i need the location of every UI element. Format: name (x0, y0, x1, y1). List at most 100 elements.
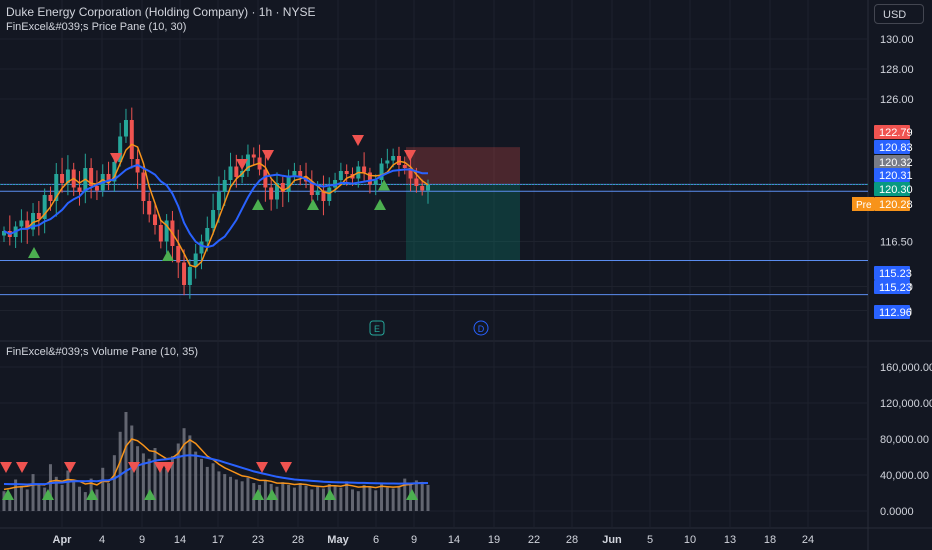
candle-body (292, 171, 297, 176)
volume-bar (66, 470, 70, 511)
currency-button[interactable]: USD (874, 4, 924, 24)
price-axis-label: 120.32 (879, 157, 913, 169)
volume-bar (37, 484, 41, 511)
take-profit-zone (406, 184, 520, 261)
volume-bar (141, 453, 145, 511)
volume-bar (72, 481, 76, 511)
volume-bar (95, 489, 99, 511)
price-pane-label: FinExcel&#039;s Price Pane (10, 30) (6, 21, 187, 33)
volume-bar (385, 487, 389, 511)
time-tick-label: 18 (764, 534, 776, 546)
chart-canvas[interactable]: E D Apr 4 9 14 17 23 28 May 6 9 14 19 22 28 Jun 5 10 13 18 2… (0, 0, 932, 550)
volume-bar (281, 482, 285, 511)
time-tick-label: 14 (448, 534, 460, 546)
volume-bar (118, 431, 122, 511)
price-axis-label: 115.23 (879, 282, 912, 294)
candle-body (414, 178, 419, 186)
time-tick-label: 28 (566, 534, 578, 546)
time-tick-label: 28 (292, 534, 304, 546)
volume-bar (124, 412, 128, 511)
volume-pane-label: FinExcel&#039;s Volume Pane (10, 35) (6, 346, 199, 358)
volume-bar (165, 468, 169, 511)
time-tick-label: 19 (488, 534, 500, 546)
volume-tick-label: 120,000.00 (880, 398, 932, 410)
candle-body (153, 214, 158, 225)
volume-bar (380, 483, 384, 511)
candle-body (315, 190, 320, 195)
volume-bar (147, 458, 151, 511)
volume-bar (199, 458, 203, 511)
candle-body (48, 195, 53, 201)
candle-body (269, 187, 274, 200)
time-tick-label: 24 (802, 534, 814, 546)
candle-body (147, 201, 152, 215)
candle-body (176, 246, 181, 263)
time-tick-label: 6 (373, 534, 379, 546)
volume-bar (246, 477, 250, 511)
candle-body (338, 171, 343, 180)
pre-market-tag: Pre (856, 200, 872, 211)
candle-body (77, 187, 82, 192)
volume-bar (78, 486, 82, 511)
price-tick-label: 128.00 (880, 64, 914, 76)
volume-bar (205, 466, 209, 511)
volume-bar (298, 483, 302, 511)
candle-body (216, 192, 221, 210)
candle-body (60, 174, 65, 183)
volume-tick-label: 40,000.00 (880, 470, 929, 482)
volume-bar (356, 491, 360, 511)
candle-body (420, 186, 425, 191)
volume-bar (182, 428, 186, 511)
price-axis-label: 120.30 (879, 184, 913, 196)
volume-bar (234, 479, 238, 511)
volume-bar (83, 492, 87, 511)
volume-bar (240, 481, 244, 511)
candle-body (222, 180, 227, 192)
price-tick-label: 130.00 (880, 34, 914, 46)
candle-body (286, 175, 291, 192)
volume-bar (194, 451, 198, 511)
volume-tick-label: 0.0000 (880, 506, 914, 518)
volume-bar (188, 435, 192, 511)
earnings-event-label: E (374, 324, 380, 334)
volume-bar (107, 483, 111, 511)
price-axis-label: 112.96 (879, 307, 912, 319)
volume-bar (368, 486, 372, 511)
time-tick-label: 9 (411, 534, 417, 546)
volume-bar (362, 484, 366, 511)
volume-bar (397, 485, 401, 511)
volume-bar (391, 488, 395, 511)
price-axis-label: 120.28 (879, 199, 913, 211)
candle-body (158, 225, 163, 242)
volume-bar (339, 487, 343, 511)
candle-body (141, 172, 146, 201)
candle-body (19, 220, 24, 227)
time-tick-label: 17 (212, 534, 224, 546)
time-tick-label: 14 (174, 534, 186, 546)
time-tick-label: 5 (647, 534, 653, 546)
time-tick-label: 4 (99, 534, 105, 546)
time-tick-label: 22 (528, 534, 540, 546)
time-tick-label: 9 (139, 534, 145, 546)
volume-bar (420, 482, 424, 511)
volume-bar (426, 484, 430, 511)
candle-body (426, 184, 430, 191)
volume-bar (48, 464, 52, 511)
dividend-event-label: D (478, 324, 485, 334)
candle-body (362, 166, 367, 173)
candle-body (123, 120, 128, 137)
candle-body (234, 166, 239, 177)
volume-bar (60, 484, 64, 511)
volume-bar (112, 455, 116, 511)
candle-body (129, 120, 134, 159)
volume-bar (136, 446, 140, 511)
volume-bar (287, 484, 291, 511)
candle-body (187, 267, 192, 285)
volume-bar (19, 485, 23, 511)
volume-tick-label: 160,000.00 (880, 362, 932, 374)
price-axis-label: 120.31 (879, 170, 913, 182)
volume-bar (229, 476, 233, 511)
price-axis-label: 115.23 (879, 268, 912, 280)
candle-body (402, 165, 407, 168)
candle-body (199, 241, 204, 254)
